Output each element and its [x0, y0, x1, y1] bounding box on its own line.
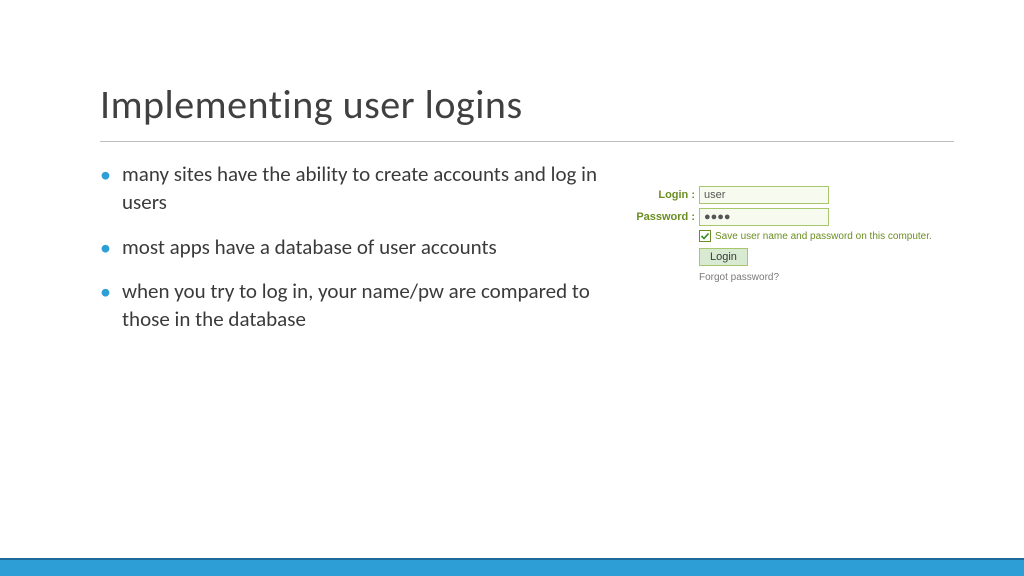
password-label: Password : [630, 211, 695, 223]
slide-content: many sites have the ability to create ac… [100, 160, 954, 350]
checkmark-icon [700, 231, 710, 241]
bullet-list: many sites have the ability to create ac… [100, 160, 600, 350]
title-divider [100, 141, 954, 142]
save-label: Save user name and password on this comp… [715, 231, 932, 242]
save-row: Save user name and password on this comp… [699, 230, 954, 242]
login-form: Login : Password : Save user name and pa… [630, 160, 954, 350]
slide: Implementing user logins many sites have… [0, 0, 1024, 576]
save-checkbox[interactable] [699, 230, 711, 242]
slide-title: Implementing user logins [100, 80, 954, 129]
password-row: Password : [630, 208, 954, 226]
login-input[interactable] [699, 186, 829, 204]
bullet-item: most apps have a database of user accoun… [100, 233, 600, 261]
password-input[interactable] [699, 208, 829, 226]
bullet-item: when you try to log in, your name/pw are… [100, 277, 600, 334]
login-row: Login : [630, 186, 954, 204]
login-button[interactable]: Login [699, 248, 748, 266]
forgot-password-link[interactable]: Forgot password? [699, 272, 954, 283]
login-label: Login : [630, 189, 695, 201]
bullet-item: many sites have the ability to create ac… [100, 160, 600, 217]
footer-bar [0, 558, 1024, 576]
